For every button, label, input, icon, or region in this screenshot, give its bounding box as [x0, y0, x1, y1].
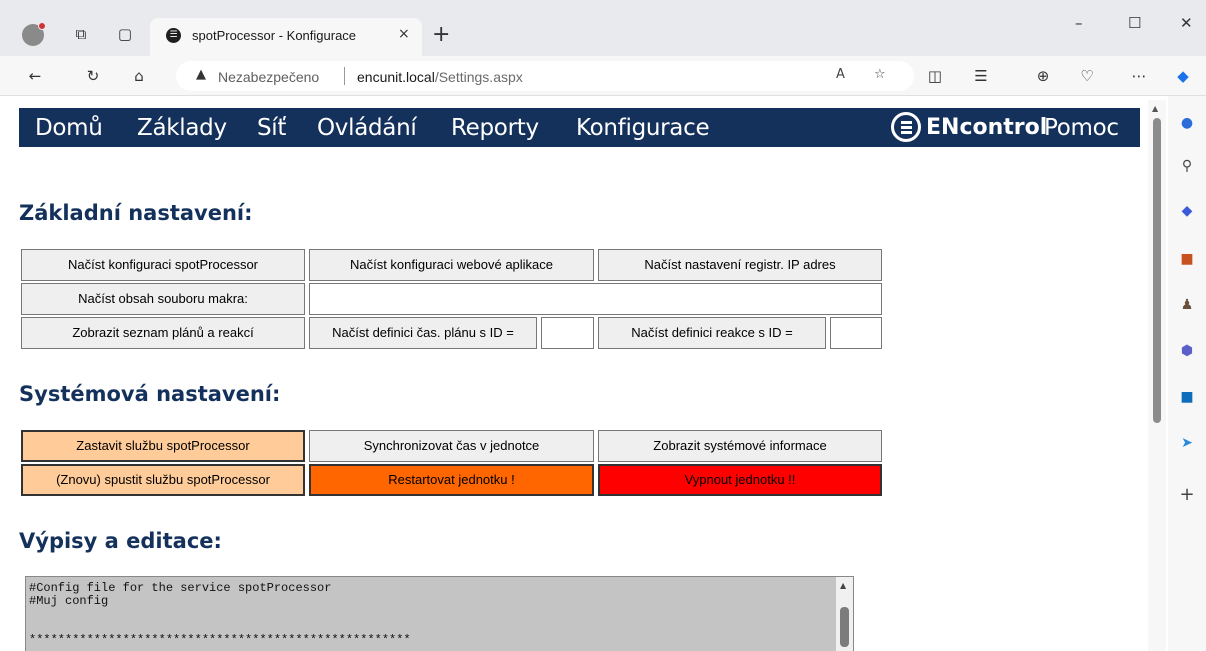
textarea-scroll-up-icon[interactable]: ▲ [840, 581, 846, 590]
config-content: #Config file for the service spotProcess… [29, 581, 411, 647]
restart-service-button[interactable]: (Znovu) spustit službu spotProcessor [21, 464, 305, 496]
shopping-tag-icon[interactable]: ◆ [1176, 202, 1198, 220]
plan-id-input[interactable] [541, 317, 594, 349]
copilot-icon[interactable]: ◆ [1172, 66, 1194, 86]
tools-briefcase-icon[interactable]: ■ [1176, 250, 1198, 268]
load-reaction-definition-button[interactable]: Načíst definici reakce s ID = [598, 317, 826, 349]
send-icon[interactable]: ➤ [1176, 434, 1198, 452]
nav-item-ovladani[interactable]: Ovládání [317, 115, 417, 141]
page-scrollbar[interactable]: ▲ [1148, 100, 1166, 651]
load-web-config-button[interactable]: Načíst konfiguraci webové aplikace [309, 249, 594, 281]
nav-item-domu[interactable]: Domů [35, 115, 103, 141]
maximize-button[interactable]: ☐ [1128, 14, 1141, 32]
favorites-list-icon[interactable]: ☰ [970, 66, 992, 86]
warning-icon[interactable]: ▲ [196, 67, 206, 82]
tab-title: spotProcessor - Konfigurace [192, 28, 357, 43]
minimize-button[interactable]: – [1075, 14, 1083, 32]
workspaces-icon[interactable]: ⧉ [70, 24, 92, 44]
address-bar[interactable]: ▲ Nezabezpečeno encunit.local/Settings.a… [176, 61, 914, 91]
shutdown-unit-button[interactable]: Vypnout jednotku !! [598, 464, 882, 496]
back-icon[interactable]: ← [24, 66, 46, 86]
show-plans-reactions-button[interactable]: Zobrazit seznam plánů a reakcí [21, 317, 305, 349]
show-system-info-button[interactable]: Zobrazit systémové informace [598, 430, 882, 462]
security-label[interactable]: Nezabezpečeno [218, 69, 319, 85]
macro-file-input[interactable] [309, 283, 882, 315]
section-title-system: Systémová nastavení: [19, 382, 281, 406]
add-sidebar-app-icon[interactable]: + [1176, 486, 1198, 504]
collections-icon[interactable]: ⊕ [1032, 66, 1054, 86]
profile-avatar[interactable] [22, 22, 46, 46]
load-ip-registry-button[interactable]: Načíst nastavení registr. IP adres [598, 249, 882, 281]
new-tab-button[interactable]: + [432, 22, 450, 47]
browser-essentials-icon[interactable]: ♡ [1076, 66, 1098, 86]
encontrol-logo-icon [891, 112, 921, 142]
address-separator [344, 67, 345, 85]
home-icon[interactable]: ⌂ [128, 66, 150, 86]
load-plan-definition-button[interactable]: Načíst definici čas. plánu s ID = [309, 317, 537, 349]
tab-close-icon[interactable]: × [398, 26, 410, 42]
site-favicon-icon: ☰ [166, 28, 181, 43]
nav-item-sit[interactable]: Síť [257, 115, 286, 141]
nav-item-reporty[interactable]: Reporty [451, 115, 539, 141]
favorite-star-icon[interactable]: ☆ [874, 67, 886, 82]
brand-name: ENcontrol [926, 115, 1048, 140]
close-window-button[interactable]: ✕ [1180, 14, 1193, 32]
notification-dot [38, 22, 46, 30]
load-spotprocessor-config-button[interactable]: Načíst konfiguraci spotProcessor [21, 249, 305, 281]
nav-item-pomoc[interactable]: Pomoc [1044, 115, 1119, 141]
refresh-icon[interactable]: ↻ [82, 66, 104, 86]
microsoft365-icon[interactable]: ⬢ [1176, 342, 1198, 360]
split-screen-icon[interactable]: ◫ [924, 66, 946, 86]
nav-item-zaklady[interactable]: Základy [137, 115, 227, 141]
config-textarea[interactable]: #Config file for the service spotProcess… [25, 576, 854, 651]
more-menu-icon[interactable]: ⋯ [1128, 66, 1150, 86]
section-title-basic: Základní nastavení: [19, 201, 253, 225]
load-macro-file-button[interactable]: Načíst obsah souboru makra: [21, 283, 305, 315]
restart-unit-button[interactable]: Restartovat jednotku ! [309, 464, 594, 496]
stop-service-button[interactable]: Zastavit službu spotProcessor [21, 430, 305, 462]
reaction-id-input[interactable] [830, 317, 882, 349]
tab-actions-icon[interactable]: ▢ [114, 24, 136, 44]
url-host: encunit.local [357, 69, 435, 85]
search-icon[interactable]: ⚲ [1176, 157, 1198, 175]
section-title-listings: Výpisy a editace: [19, 529, 222, 553]
read-aloud-icon[interactable]: A [836, 67, 845, 82]
sync-time-button[interactable]: Synchronizovat čas v jednotce [309, 430, 594, 462]
edge-sidebar [1168, 96, 1206, 651]
url-path: /Settings.aspx [434, 69, 523, 85]
games-icon[interactable]: ♟ [1176, 296, 1198, 314]
browser-tab-bar: ⧉ ▢ ☰ spotProcessor - Konfigurace × + – … [0, 0, 1206, 56]
url-text[interactable]: encunit.local/Settings.aspx [357, 69, 523, 85]
textarea-scroll-thumb[interactable] [840, 607, 849, 647]
site-nav: Domů Základy Síť Ovládání Reporty Konfig… [19, 108, 1140, 147]
outlook-icon[interactable]: ■ [1176, 388, 1198, 406]
page-scroll-thumb[interactable] [1153, 118, 1161, 423]
notifications-icon[interactable]: ● [1176, 114, 1198, 132]
nav-item-konfigurace[interactable]: Konfigurace [576, 115, 710, 141]
scroll-up-arrow-icon[interactable]: ▲ [1152, 104, 1158, 113]
textarea-scrollbar[interactable]: ▲ [836, 577, 853, 651]
tab-spotprocessor[interactable]: ☰ spotProcessor - Konfigurace × [150, 18, 422, 56]
